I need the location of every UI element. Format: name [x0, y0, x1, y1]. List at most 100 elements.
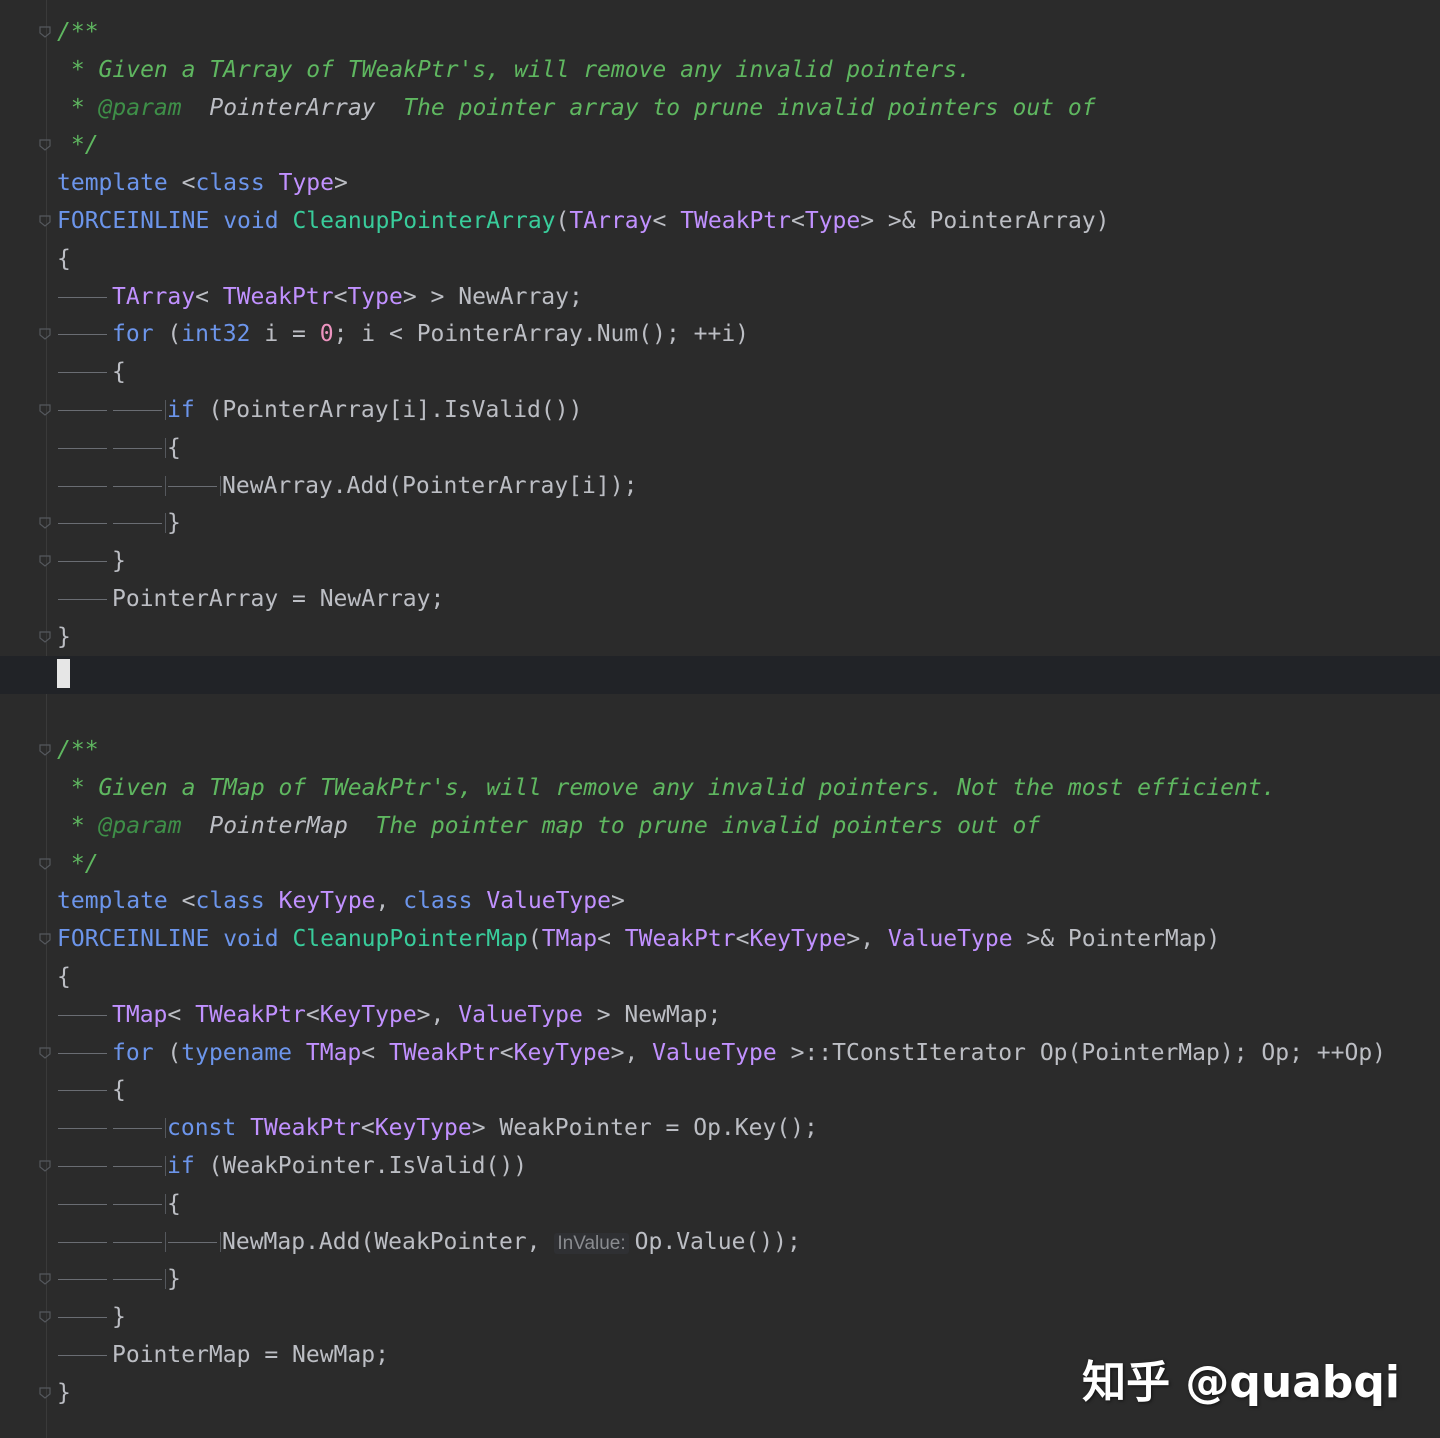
fold-marker-icon[interactable]: [38, 554, 52, 568]
code-line[interactable]: {: [0, 1185, 1440, 1223]
code-line[interactable]: */: [0, 126, 1440, 164]
code-line[interactable]: */: [0, 845, 1440, 883]
code-line[interactable]: if (PointerArray[i].IsValid()): [0, 391, 1440, 429]
fold-marker-icon[interactable]: [38, 932, 52, 946]
code-token: >::TConstIterator Op(PointerMap); Op; ++…: [776, 1039, 1387, 1066]
fold-marker-icon[interactable]: [38, 857, 52, 871]
code-token: PointerMap = NewMap;: [112, 1342, 389, 1368]
watermark: 知乎 @quabqi: [1082, 1357, 1400, 1408]
indent-guide: [57, 278, 112, 316]
parameter-hint: InValue:: [554, 1232, 629, 1254]
indent-guide: [57, 467, 112, 505]
code-token: {: [57, 245, 71, 272]
code-text: /**: [57, 13, 99, 51]
code-text: }: [57, 1298, 126, 1336]
code-line[interactable]: {: [0, 1071, 1440, 1109]
code-token: void: [223, 208, 279, 234]
code-text: }: [57, 504, 181, 542]
code-token: class: [195, 170, 265, 197]
code-token: (: [527, 926, 542, 953]
code-token: {: [167, 1190, 181, 1217]
code-line[interactable]: {: [0, 353, 1440, 391]
indent-guide: [57, 315, 112, 353]
code-token: <: [597, 926, 625, 953]
code-line[interactable]: /**: [0, 13, 1440, 51]
code-text: */: [57, 126, 99, 164]
code-token: <: [652, 208, 681, 234]
indent-guide: [112, 429, 167, 467]
code-line[interactable]: }: [0, 1298, 1440, 1336]
code-text: PointerMap = NewMap;: [57, 1336, 389, 1374]
code-editor[interactable]: /** * Given a TArray of TWeakPtr's, will…: [0, 0, 1440, 1438]
fold-marker-icon[interactable]: [38, 516, 52, 530]
code-line[interactable]: /**: [0, 731, 1440, 769]
code-token: > > NewArray;: [402, 283, 583, 310]
code-line[interactable]: {: [0, 958, 1440, 996]
fold-marker-icon[interactable]: [38, 1386, 52, 1400]
fold-marker-icon[interactable]: [38, 327, 52, 341]
code-line[interactable]: {: [0, 240, 1440, 278]
indent-guide: [57, 580, 112, 618]
indent-guide: [112, 391, 167, 429]
code-token: ,: [375, 888, 404, 915]
fold-marker-icon[interactable]: [38, 1272, 52, 1286]
code-line[interactable]: }: [0, 542, 1440, 580]
code-token: <: [167, 1001, 196, 1028]
code-line[interactable]: PointerArray = NewArray;: [0, 580, 1440, 618]
code-token: }: [167, 1266, 181, 1293]
code-text: template <class KeyType, class ValueType…: [57, 882, 625, 920]
code-token: ValueType: [486, 888, 611, 915]
code-line[interactable]: template <class KeyType, class ValueType…: [0, 882, 1440, 920]
code-token: TMap: [112, 1001, 168, 1028]
code-text: * Given a TMap of TWeakPtr's, will remov…: [57, 769, 1276, 807]
indent-guide: [112, 1185, 167, 1223]
code-token: FORCEINLINE: [57, 926, 210, 953]
code-line[interactable]: }: [0, 618, 1440, 656]
code-token: for: [112, 1039, 154, 1066]
code-token: Type: [347, 283, 403, 310]
code-text: template <class Type>: [57, 164, 348, 202]
code-token: TArray: [112, 283, 196, 310]
code-line[interactable]: NewArray.Add(PointerArray[i]);: [0, 467, 1440, 505]
current-line[interactable]: [0, 655, 1440, 694]
code-line[interactable]: for (int32 i = 0; i < PointerArray.Num()…: [0, 315, 1440, 353]
code-line[interactable]: * Given a TArray of TWeakPtr's, will rem…: [0, 51, 1440, 89]
code-token: <: [499, 1039, 514, 1066]
fold-marker-icon[interactable]: [38, 1046, 52, 1060]
code-line[interactable]: * @param PointerMap The pointer map to p…: [0, 807, 1440, 845]
code-token: <: [195, 283, 223, 310]
fold-marker-icon[interactable]: [38, 138, 52, 152]
fold-marker-icon[interactable]: [38, 403, 52, 417]
code-line[interactable]: if (WeakPointer.IsValid()): [0, 1147, 1440, 1185]
fold-marker-icon[interactable]: [38, 630, 52, 644]
fold-marker-icon[interactable]: [38, 743, 52, 757]
code-token: TMap: [305, 1039, 362, 1066]
fold-marker-icon[interactable]: [38, 1159, 52, 1173]
code-token: <: [361, 1039, 389, 1066]
code-line[interactable]: TMap< TWeakPtr<KeyType>, ValueType > New…: [0, 996, 1440, 1034]
code-line[interactable]: TArray< TWeakPtr<Type> > NewArray;: [0, 278, 1440, 316]
code-line[interactable]: const TWeakPtr<KeyType> WeakPointer = Op…: [0, 1109, 1440, 1147]
code-line[interactable]: for (typename TMap< TWeakPtr<KeyType>, V…: [0, 1034, 1440, 1072]
code-line[interactable]: FORCEINLINE void CleanupPointerMap(TMap<…: [0, 920, 1440, 958]
fold-marker-icon[interactable]: [38, 1310, 52, 1324]
code-token: CleanupPointerArray: [292, 208, 556, 234]
code-text: if (PointerArray[i].IsValid()): [57, 391, 582, 429]
indent-guide: [57, 1336, 112, 1374]
indent-guide: [57, 1109, 112, 1147]
code-token: if: [167, 397, 195, 423]
code-line[interactable]: {: [0, 429, 1440, 467]
code-line[interactable]: * Given a TMap of TWeakPtr's, will remov…: [0, 769, 1440, 807]
code-text: }: [57, 1374, 71, 1412]
code-line[interactable]: NewMap.Add(WeakPointer, InValue: Op.Value…: [0, 1223, 1440, 1261]
indent-guide: [57, 391, 112, 429]
fold-marker-icon[interactable]: [38, 214, 52, 228]
code-line[interactable]: [0, 693, 1440, 731]
code-line[interactable]: * @param PointerArray The pointer array …: [0, 89, 1440, 127]
code-line[interactable]: }: [0, 1260, 1440, 1298]
code-line[interactable]: template <class Type>: [0, 164, 1440, 202]
fold-marker-icon[interactable]: [38, 25, 52, 39]
code-line[interactable]: }: [0, 504, 1440, 542]
code-line[interactable]: FORCEINLINE void CleanupPointerArray(TAr…: [0, 202, 1440, 240]
